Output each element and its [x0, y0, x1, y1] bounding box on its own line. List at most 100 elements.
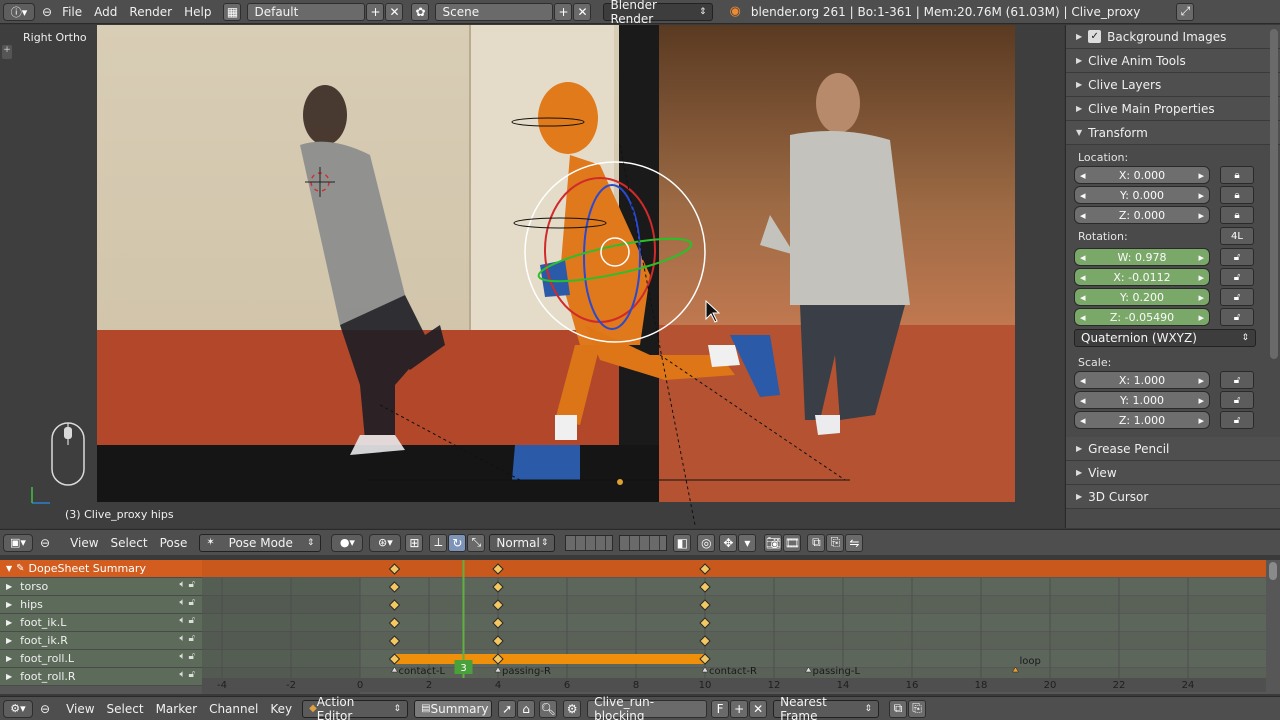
mute-lock-icons[interactable]: 🔈︎🔓︎: [180, 615, 198, 626]
fake-user-button[interactable]: F: [711, 699, 730, 718]
armature-layer-icon[interactable]: ◧: [673, 533, 692, 552]
unlock-icon[interactable]: 🔓︎: [1220, 268, 1254, 286]
keyframe-timeline[interactable]: contact-L passing-R contact-R passing-L loop…: [202, 560, 1266, 694]
channel-row[interactable]: ▶ foot_ik.R 🔈︎🔓︎: [0, 632, 202, 650]
filter-search-icon[interactable]: 🔍︎: [539, 699, 558, 718]
rotation-x-field[interactable]: ◂ X: -0.0112 ▸: [1074, 268, 1210, 286]
panel-view[interactable]: ▶ View: [1066, 461, 1280, 485]
editor-type-dopesheet-button[interactable]: ⚙▾: [3, 699, 33, 718]
menu-select[interactable]: Select: [101, 702, 150, 716]
menu-help[interactable]: Help: [178, 5, 217, 19]
render-anim-icon[interactable]: 🎞︎: [783, 533, 802, 552]
panel-background-images[interactable]: ▶ ✓ Background Images: [1066, 25, 1280, 49]
translate-manipulator-icon[interactable]: ⟂: [429, 533, 448, 552]
toolshelf-toggle-icon[interactable]: +: [2, 45, 12, 59]
rotate-manipulator-icon[interactable]: ↻: [448, 533, 467, 552]
transform-orientation-dropdown[interactable]: Normal ⇕: [489, 533, 556, 552]
rotation-mode-dropdown[interactable]: Quaternion (WXYZ) ⇕: [1074, 329, 1256, 347]
channel-row[interactable]: ▶ hips 🔈︎🔓︎: [0, 596, 202, 614]
paste-flipped-icon[interactable]: ⇋: [845, 533, 864, 552]
new-action-button[interactable]: +: [730, 699, 749, 718]
viewport-shading-button[interactable]: ●▾: [331, 533, 364, 552]
menu-select[interactable]: Select: [105, 536, 154, 550]
menu-view[interactable]: View: [60, 702, 100, 716]
scale-manipulator-icon[interactable]: ⤡: [467, 533, 486, 552]
unlock-icon[interactable]: 🔓︎: [1220, 288, 1254, 306]
render-icon[interactable]: 📷︎: [764, 533, 783, 552]
unlock-icon[interactable]: 🔓︎: [1220, 411, 1254, 429]
editor-mode-dropdown[interactable]: ◆ Action Editor ⇕: [302, 695, 409, 720]
pivot-point-button[interactable]: ⊛▾: [369, 533, 402, 552]
fullscreen-icon[interactable]: ⤢: [1176, 2, 1195, 21]
scale-z-field[interactable]: ◂ Z: 1.000 ▸: [1074, 411, 1210, 429]
unlock-icon[interactable]: 🔓︎: [1220, 371, 1254, 389]
checkbox-icon[interactable]: ✓: [1088, 30, 1102, 43]
editor-type-3d-button[interactable]: ▣▾: [3, 533, 33, 552]
scale-y-field[interactable]: ◂ Y: 1.000 ▸: [1074, 391, 1210, 409]
mute-lock-icons[interactable]: 🔈︎🔓︎: [180, 651, 198, 662]
unlock-icon[interactable]: 🔓︎: [1220, 391, 1254, 409]
collapse-menu-icon[interactable]: ⊖: [36, 702, 54, 716]
channel-row[interactable]: ▶ foot_roll.R 🔈︎🔓︎: [0, 668, 202, 686]
menu-file[interactable]: File: [56, 5, 88, 19]
paste-keys-icon[interactable]: ⎘: [908, 699, 927, 718]
only-selected-icon[interactable]: ➚: [498, 699, 517, 718]
unlock-icon[interactable]: 🔓︎: [1220, 308, 1254, 326]
manipulator-icon[interactable]: ⊞: [405, 533, 424, 552]
mode-dropdown[interactable]: ✶ Pose Mode ⇕: [199, 533, 322, 552]
mute-lock-icons[interactable]: 🔈︎🔓︎: [180, 669, 198, 680]
panel-grease-pencil[interactable]: ▶ Grease Pencil: [1066, 437, 1280, 461]
snap-mode-dropdown[interactable]: Nearest Frame ⇕: [773, 695, 880, 720]
menu-key[interactable]: Key: [264, 702, 298, 716]
action-browse-icon[interactable]: ⚙: [563, 699, 582, 718]
lock-icon[interactable]: 🔒︎: [1220, 206, 1254, 224]
lock-icon[interactable]: 🔒︎: [1220, 186, 1254, 204]
properties-scrollbar[interactable]: [1270, 29, 1278, 359]
scale-x-field[interactable]: ◂ X: 1.000 ▸: [1074, 371, 1210, 389]
paste-pose-icon[interactable]: ⎘: [826, 533, 845, 552]
copy-keys-icon[interactable]: ⧉: [889, 699, 908, 718]
menu-pose[interactable]: Pose: [154, 536, 194, 550]
proportional-edit-icon[interactable]: ◎: [697, 533, 716, 552]
channel-summary[interactable]: ▼ ✎ DopeSheet Summary: [0, 560, 202, 578]
unlink-action-button[interactable]: ✕: [749, 699, 768, 718]
show-hidden-icon[interactable]: ⌂: [517, 699, 536, 718]
channel-row[interactable]: ▶ foot_ik.L 🔈︎🔓︎: [0, 614, 202, 632]
rotation-w-field[interactable]: ◂ W: 0.978 ▸: [1074, 248, 1210, 266]
location-z-field[interactable]: ◂ Z: 0.000 ▸: [1074, 206, 1210, 224]
remove-layout-button[interactable]: ✕: [385, 2, 404, 21]
menu-render[interactable]: Render: [123, 5, 178, 19]
menu-add[interactable]: Add: [88, 5, 123, 19]
channel-row[interactable]: ▶ foot_roll.L 🔈︎🔓︎: [0, 650, 202, 668]
action-name-field[interactable]: Clive_run-blocking: [587, 695, 708, 720]
snap-element-icon[interactable]: ▾: [738, 533, 757, 552]
lock-4l-button[interactable]: 4L: [1220, 227, 1254, 245]
screen-layout-field[interactable]: Default: [247, 2, 366, 21]
3d-viewport[interactable]: Right Ortho + (3) Clive_proxy hips: [0, 25, 1064, 528]
unlock-icon[interactable]: 🔓︎: [1220, 248, 1254, 266]
layers-grid-b[interactable]: [619, 534, 668, 551]
collapse-menu-icon[interactable]: ⊖: [38, 5, 56, 19]
menu-view[interactable]: View: [64, 536, 104, 550]
panel-clive-anim-tools[interactable]: ▶ Clive Anim Tools: [1066, 49, 1280, 73]
panel-clive-layers[interactable]: ▶ Clive Layers: [1066, 73, 1280, 97]
location-y-field[interactable]: ◂ Y: 0.000 ▸: [1074, 186, 1210, 204]
panel-3d-cursor[interactable]: ▶ 3D Cursor: [1066, 485, 1280, 509]
menu-channel[interactable]: Channel: [203, 702, 264, 716]
location-x-field[interactable]: ◂ X: 0.000 ▸: [1074, 166, 1210, 184]
remove-scene-button[interactable]: ✕: [573, 2, 592, 21]
layers-grid-a[interactable]: [565, 534, 614, 551]
mute-lock-icons[interactable]: 🔈︎🔓︎: [180, 597, 198, 608]
add-layout-button[interactable]: +: [366, 2, 385, 21]
lock-icon[interactable]: 🔒︎: [1220, 166, 1254, 184]
channel-row[interactable]: ▶ torso 🔈︎🔓︎: [0, 578, 202, 596]
screen-layout-icon[interactable]: ▦: [223, 2, 242, 21]
rotation-y-field[interactable]: ◂ Y: 0.200 ▸: [1074, 288, 1210, 306]
mute-lock-icons[interactable]: 🔈︎🔓︎: [180, 633, 198, 644]
menu-marker[interactable]: Marker: [150, 702, 203, 716]
summary-toggle[interactable]: ▤ Summary: [414, 699, 493, 718]
snap-icon[interactable]: ✥: [719, 533, 738, 552]
dopesheet-scrollbar[interactable]: [1269, 562, 1277, 580]
rotation-z-field[interactable]: ◂ Z: -0.05490 ▸: [1074, 308, 1210, 326]
render-engine-dropdown[interactable]: Blender Render ⇕: [603, 0, 714, 26]
